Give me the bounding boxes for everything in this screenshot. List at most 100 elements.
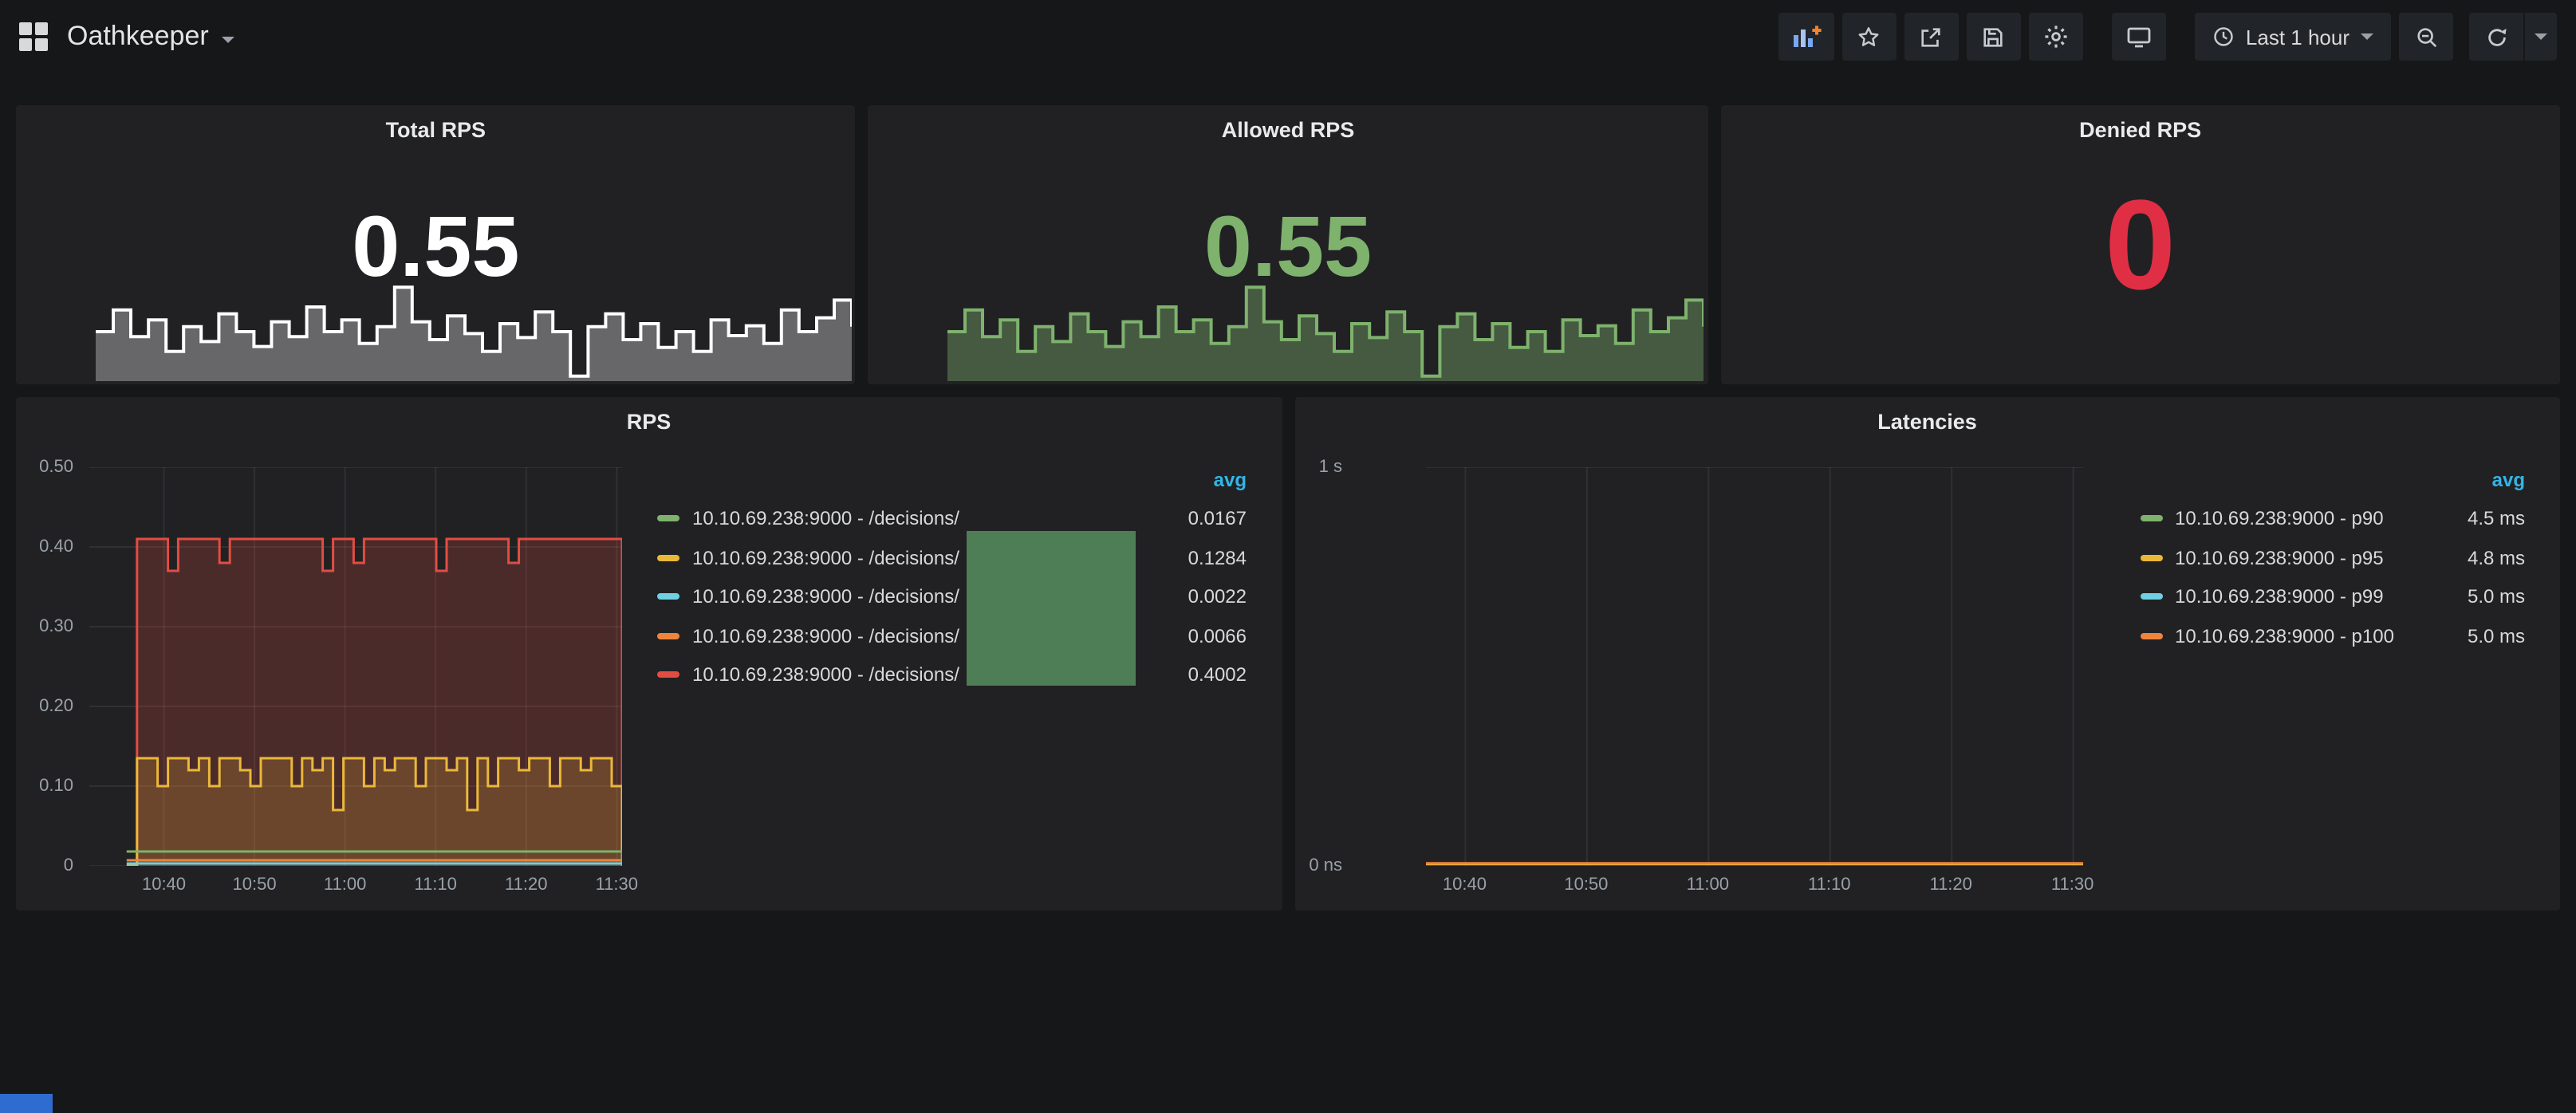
gear-icon (2043, 24, 2069, 49)
navbar-left: Oathkeeper (19, 21, 234, 53)
legend-row[interactable]: 10.10.69.238:9000 - /decisions/ 0.0066 (657, 616, 1247, 655)
legend-row[interactable]: 10.10.69.238:9000 - /decisions/ 0.0167 (657, 499, 1247, 538)
time-range-label: Last 1 hour (2246, 25, 2350, 49)
refresh-split-button (2469, 13, 2557, 61)
legend-series-value: 0.0167 (1148, 508, 1247, 530)
legend-series-value: 0.4002 (1148, 664, 1247, 686)
zoom-out-icon (2414, 25, 2438, 49)
legend-row[interactable]: 10.10.69.238:9000 - p99 5.0 ms (2140, 577, 2525, 616)
stat-value-total-rps: 0.55 (16, 204, 856, 290)
legend-row[interactable]: 10.10.69.238:9000 - p90 4.5 ms (2140, 499, 2525, 538)
legend-series-name: 10.10.69.238:9000 - p95 (2175, 547, 2426, 569)
zoom-out-time-button[interactable] (2399, 13, 2453, 61)
legend-series-name: 10.10.69.238:9000 - p99 (2175, 586, 2426, 608)
legend-series-color (2140, 594, 2162, 600)
legend-avg-header[interactable]: avg (657, 467, 1247, 499)
add-panel-button[interactable] (1778, 13, 1834, 61)
panel-title-rps[interactable]: RPS (16, 397, 1282, 434)
total-rps-sparkline (96, 282, 853, 381)
star-dashboard-button[interactable] (1842, 13, 1897, 61)
stat-value-allowed-rps: 0.55 (869, 204, 1708, 290)
save-dashboard-button[interactable] (1967, 13, 2021, 61)
refresh-icon (2484, 25, 2508, 49)
x-tick-label: 11:10 (414, 875, 456, 895)
y-tick-label: 1 s (1319, 458, 1342, 477)
legend-series-value: 0.0022 (1148, 586, 1247, 608)
panel-rps: RPS 0.50 0.40 0.30 0.20 0.10 0 10:40 10:50 11:0… (16, 397, 1282, 910)
x-tick-label: 11:30 (596, 875, 638, 895)
panel-title-total-rps[interactable]: Total RPS (16, 105, 856, 142)
legend-row[interactable]: 10.10.69.238:9000 - /decisions/ 0.4002 (657, 655, 1247, 694)
legend-avg-header[interactable]: avg (2140, 467, 2525, 499)
x-tick-label: 11:00 (324, 875, 366, 895)
cycle-view-mode-button[interactable] (2112, 13, 2166, 61)
x-tick-label: 11:30 (2051, 875, 2093, 895)
x-tick-label: 11:00 (1687, 875, 1729, 895)
grafana-menu-icon[interactable] (19, 22, 48, 51)
navbar: Oathkeeper (0, 0, 2576, 73)
panel-total-rps: Total RPS 0.55 (16, 105, 856, 384)
panel-title-latencies[interactable]: Latencies (1294, 397, 2560, 434)
panel-latencies: Latencies 1 s 0 ns 10:40 10:50 11:00 11:10 11… (1294, 397, 2560, 910)
y-tick-label: 0.20 (39, 697, 73, 716)
share-dashboard-button[interactable] (1904, 13, 1959, 61)
legend-series-color (657, 594, 679, 600)
legend-series-color (657, 516, 679, 522)
latency-legend: avg 10.10.69.238:9000 - p90 4.5 ms 10.10… (2140, 467, 2525, 655)
x-tick-label: 11:10 (1808, 875, 1850, 895)
panel-title-allowed-rps[interactable]: Allowed RPS (869, 105, 1708, 142)
y-tick-label: 0 (64, 856, 73, 875)
grafana-dashboard: Oathkeeper (0, 0, 2576, 1113)
x-tick-label: 11:20 (505, 875, 547, 895)
x-tick-label: 11:20 (1929, 875, 1971, 895)
legend-series-value: 4.8 ms (2426, 547, 2525, 569)
time-range-picker-button[interactable]: Last 1 hour (2195, 13, 2391, 61)
stat-value-denied-rps: 0 (1720, 182, 2560, 309)
legend-row[interactable]: 10.10.69.238:9000 - /decisions/ 0.0022 (657, 577, 1247, 616)
y-tick-label: 0.30 (39, 617, 73, 636)
latency-x-axis: 10:4010:5011:0011:1011:2011:30 (1425, 875, 2082, 898)
save-icon (1982, 25, 2006, 49)
dashboard-title[interactable]: Oathkeeper (67, 21, 209, 53)
add-panel-icon (1791, 24, 1822, 49)
allowed-rps-sparkline (948, 282, 1705, 381)
green-overlay-artifact (967, 531, 1136, 686)
refresh-caret-icon (2535, 33, 2547, 40)
panel-denied-rps: Denied RPS 0 (1720, 105, 2560, 384)
rps-y-axis: 0.500.400.300.200.100 (16, 467, 73, 866)
legend-series-value: 0.0066 (1148, 625, 1247, 647)
rps-chart-plot[interactable] (89, 467, 622, 866)
rps-legend: avg 10.10.69.238:9000 - /decisions/ 0.01… (657, 467, 1247, 694)
x-tick-label: 10:50 (233, 875, 277, 895)
navbar-right: Last 1 hour (1778, 13, 2557, 61)
y-tick-label: 0.50 (39, 458, 73, 477)
stat-panels-row: Total RPS 0.55 Allowed RPS 0.55 Denied R… (16, 105, 2560, 384)
panel-title-denied-rps[interactable]: Denied RPS (1720, 105, 2560, 142)
monitor-icon (2126, 24, 2152, 49)
x-tick-label: 10:40 (1443, 875, 1487, 895)
x-tick-label: 10:40 (142, 875, 186, 895)
legend-series-color (657, 633, 679, 639)
dashboard-picker-caret-icon[interactable] (222, 37, 234, 43)
y-tick-label: 0 ns (1309, 856, 1342, 875)
legend-row[interactable]: 10.10.69.238:9000 - p100 5.0 ms (2140, 616, 2525, 655)
clock-icon (2212, 26, 2235, 48)
y-tick-label: 0.10 (39, 777, 73, 796)
legend-series-value: 5.0 ms (2426, 625, 2525, 647)
legend-row[interactable]: 10.10.69.238:9000 - p95 4.8 ms (2140, 538, 2525, 577)
graph-panels-row: RPS 0.50 0.40 0.30 0.20 0.10 0 10:40 10:50 11:0… (16, 397, 2560, 910)
legend-series-name: 10.10.69.238:9000 - /decisions/ (692, 508, 1148, 530)
legend-row[interactable]: 10.10.69.238:9000 - /decisions/ 0.1284 (657, 538, 1247, 577)
bottom-left-blue-fragment (0, 1094, 53, 1113)
legend-series-color (657, 672, 679, 678)
legend-series-color (2140, 516, 2162, 522)
refresh-interval-caret-button[interactable] (2525, 13, 2557, 61)
dashboard-settings-button[interactable] (2029, 13, 2083, 61)
time-range-caret-icon (2361, 33, 2373, 40)
legend-series-name: 10.10.69.238:9000 - p90 (2175, 508, 2426, 530)
x-tick-label: 10:50 (1564, 875, 1608, 895)
y-tick-label: 0.40 (39, 537, 73, 556)
legend-series-value: 0.1284 (1148, 547, 1247, 569)
refresh-dashboard-button[interactable] (2469, 13, 2523, 61)
latency-chart-plot[interactable] (1425, 467, 2082, 866)
